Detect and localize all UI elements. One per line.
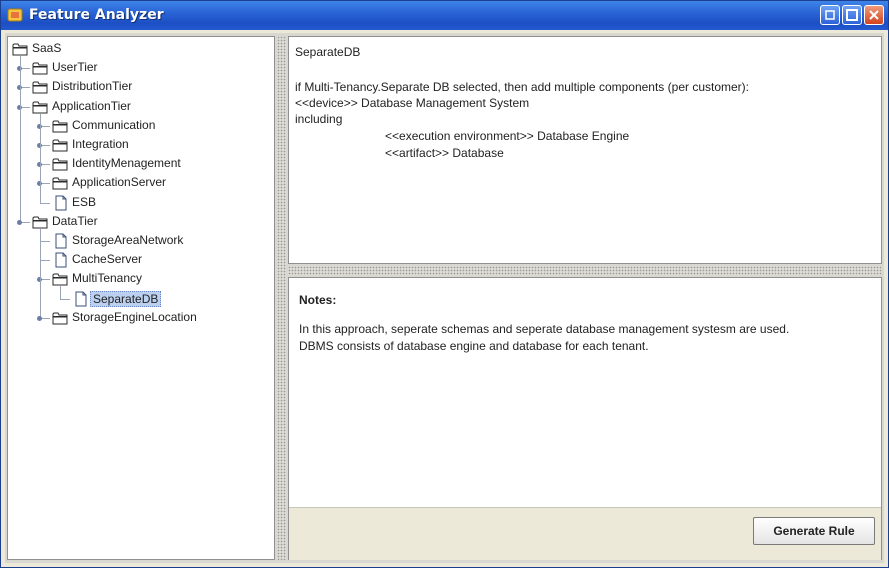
- tree-connector: [40, 260, 50, 262]
- tree-node-label: ApplicationTier: [52, 98, 131, 113]
- button-bar: Generate Rule: [289, 507, 881, 560]
- tree-node-label: StorageAreaNetwork: [72, 233, 184, 247]
- description-line: if Multi-Tenancy.Separate DB selected, t…: [295, 80, 749, 94]
- tree-node-label: MultiTenancy: [72, 271, 143, 286]
- collapse-toggle-icon[interactable]: [17, 219, 22, 225]
- content-area: SaaS UserTier DistributionTier ApplicationT…: [5, 33, 884, 563]
- maximize-button[interactable]: [842, 5, 862, 25]
- notes-line: In this approach, seperate schemas and s…: [299, 322, 790, 336]
- tree-node-label: SaaS: [32, 41, 62, 55]
- folder-icon: [52, 175, 68, 194]
- folder-icon: [52, 156, 68, 175]
- description-line: <<artifact>> Database: [385, 146, 504, 160]
- file-icon: [54, 195, 68, 215]
- notes-area: Notes: In this approach, seperate schema…: [289, 278, 881, 505]
- folder-icon: [52, 118, 68, 137]
- folder-icon: [32, 79, 48, 98]
- tree-node-label: DataTier: [52, 213, 98, 228]
- tree-node-label: ESB: [72, 194, 97, 209]
- window-title: Feature Analyzer: [29, 7, 164, 23]
- notes-heading: Notes:: [299, 293, 337, 307]
- description-line: including: [295, 112, 343, 126]
- tree-connector: [40, 228, 41, 318]
- horizontal-splitter[interactable]: [288, 266, 882, 275]
- tree-connector: [40, 113, 41, 203]
- tree-node-label: ApplicationServer: [72, 175, 167, 190]
- tree-node-label: UserTier: [52, 60, 98, 75]
- folder-icon: [32, 60, 48, 79]
- title-bar[interactable]: Feature Analyzer: [1, 1, 888, 30]
- notes-panel: Notes: In this approach, seperate schema…: [288, 277, 882, 560]
- tree-connector: [20, 56, 21, 222]
- tree-connector: [40, 241, 50, 242]
- tree-node-label: CacheServer: [72, 252, 143, 267]
- description-line: <<device>> Database Management System: [295, 96, 530, 110]
- file-icon: [54, 233, 68, 253]
- tree-connector: [40, 202, 50, 204]
- description-panel: SeparateDB if Multi-Tenancy.Separate DB …: [288, 36, 882, 264]
- vertical-splitter[interactable]: [277, 36, 286, 560]
- folder-icon: [52, 137, 68, 156]
- tree-node-label: IdentityMenagement: [72, 156, 181, 171]
- close-button[interactable]: [864, 5, 884, 25]
- feature-tree[interactable]: SaaS UserTier DistributionTier ApplicationT…: [7, 36, 275, 560]
- notes-line: DBMS consists of database engine and dat…: [299, 339, 649, 353]
- app-window: Feature Analyzer SaaS UserTier Distributio…: [0, 0, 889, 568]
- tree-connector: [60, 286, 61, 299]
- generate-rule-button[interactable]: Generate Rule: [753, 517, 875, 545]
- folder-icon: [52, 310, 68, 329]
- tree-node-label: SeparateDB: [90, 290, 162, 307]
- description-title: SeparateDB: [295, 45, 361, 59]
- tree-connector: [60, 298, 70, 300]
- description-line: <<execution environment>> Database Engin…: [385, 129, 630, 143]
- file-icon: [54, 252, 68, 272]
- file-icon: [74, 291, 88, 311]
- app-icon: [7, 7, 23, 23]
- minimize-button[interactable]: [820, 5, 840, 25]
- tree-node-label: Communication: [72, 117, 156, 132]
- tree-node-label: StorageEngineLocation: [72, 309, 197, 324]
- tree-node-label: DistributionTier: [52, 79, 133, 94]
- tree-node-label: Integration: [72, 137, 129, 151]
- expand-toggle-icon[interactable]: [37, 315, 42, 321]
